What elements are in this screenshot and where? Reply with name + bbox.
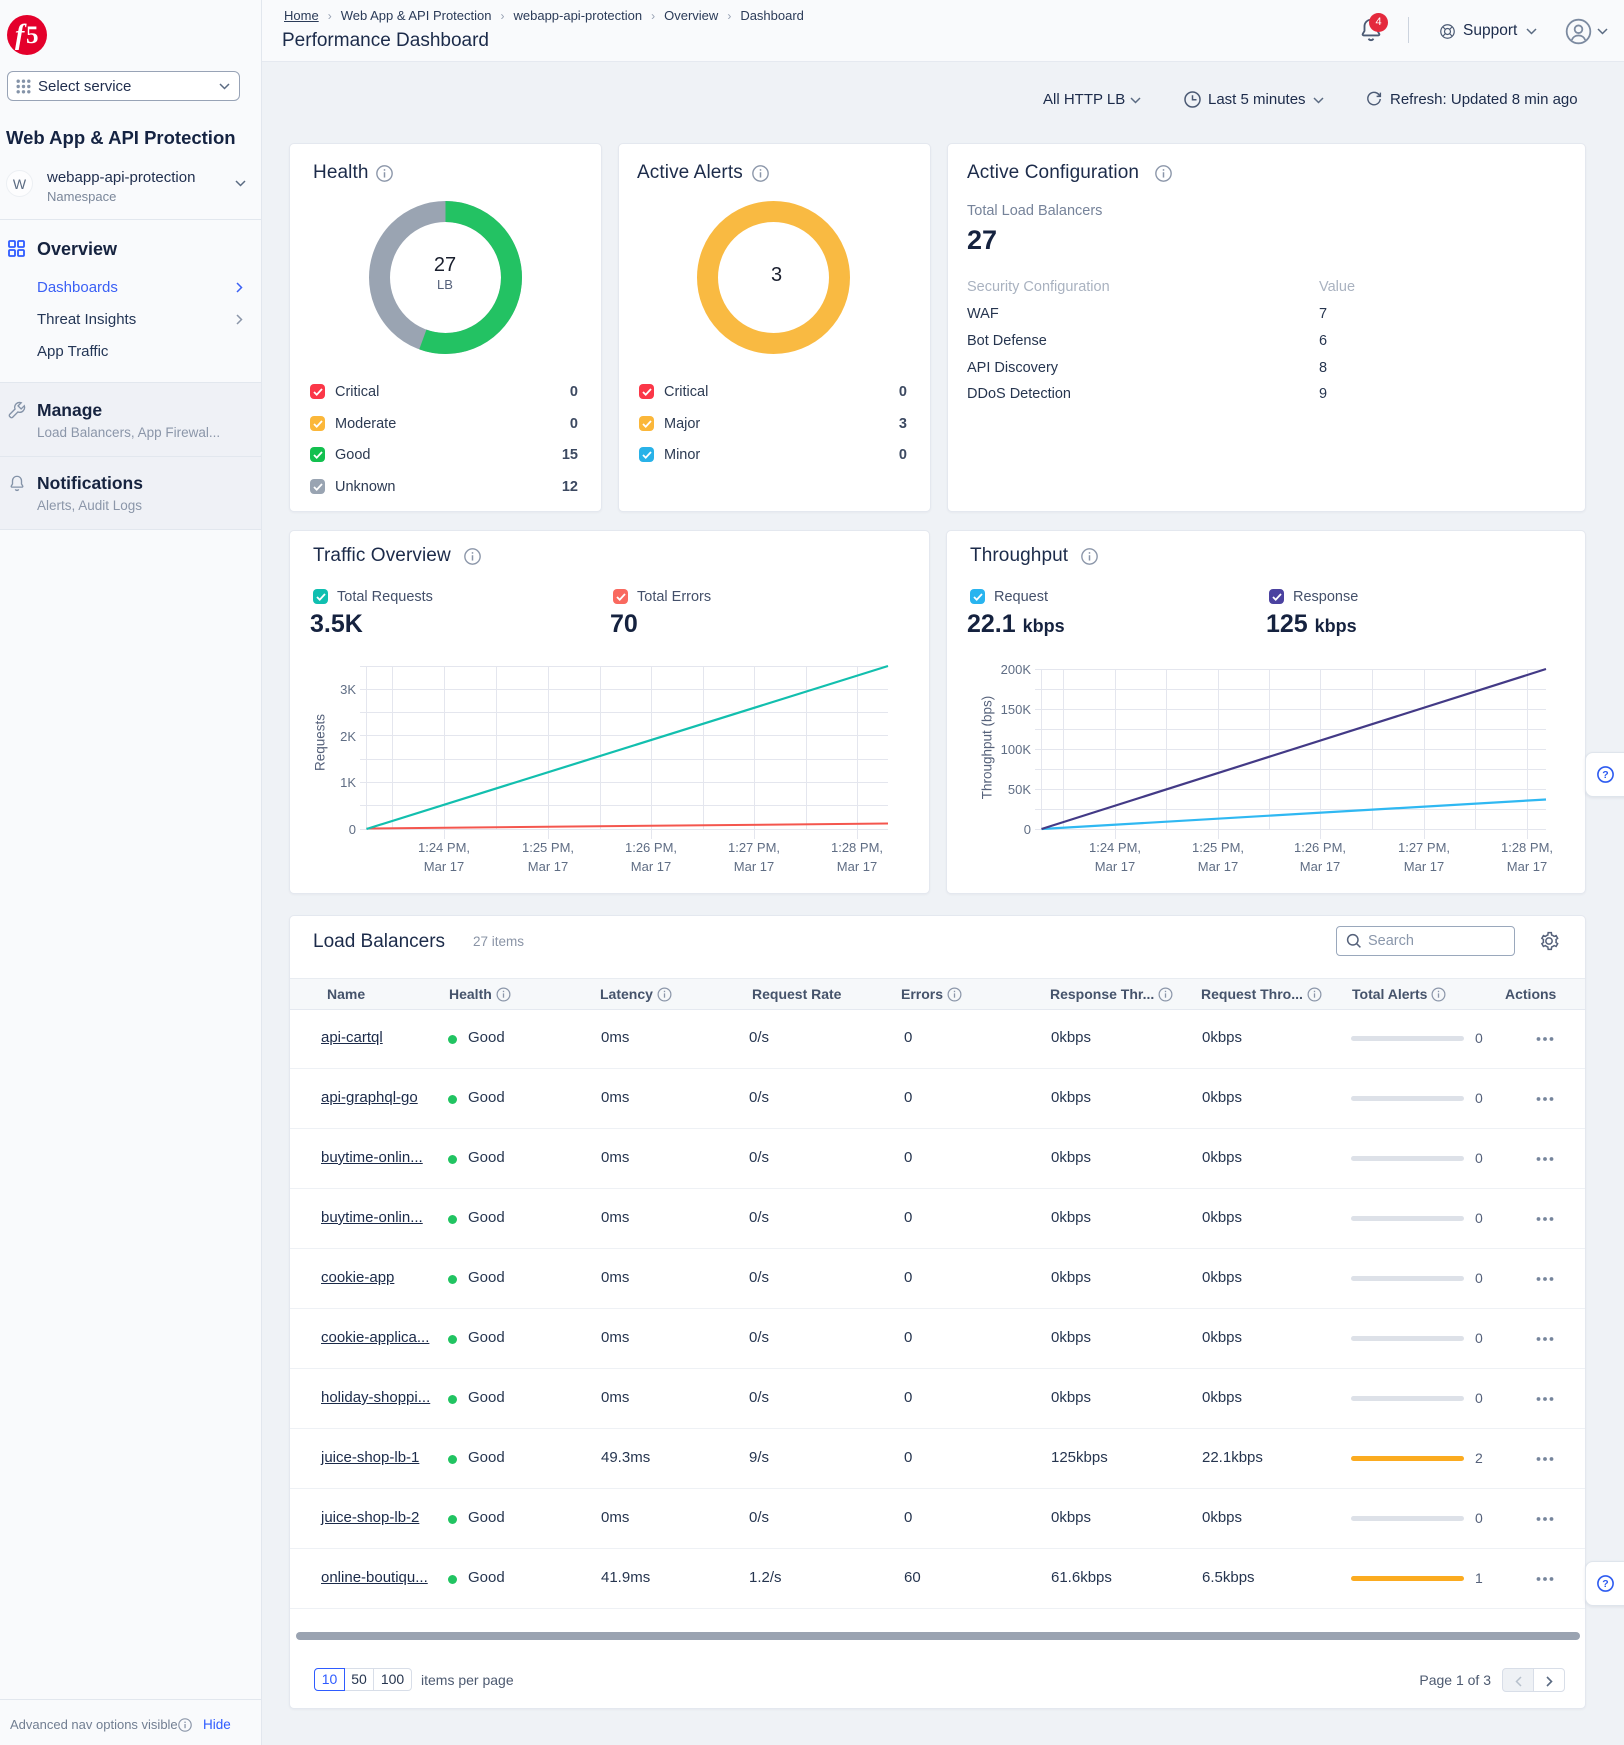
svg-text:?: ?	[1602, 769, 1608, 781]
svg-text:?: ?	[1602, 1578, 1608, 1590]
svg-text:5: 5	[26, 22, 39, 49]
